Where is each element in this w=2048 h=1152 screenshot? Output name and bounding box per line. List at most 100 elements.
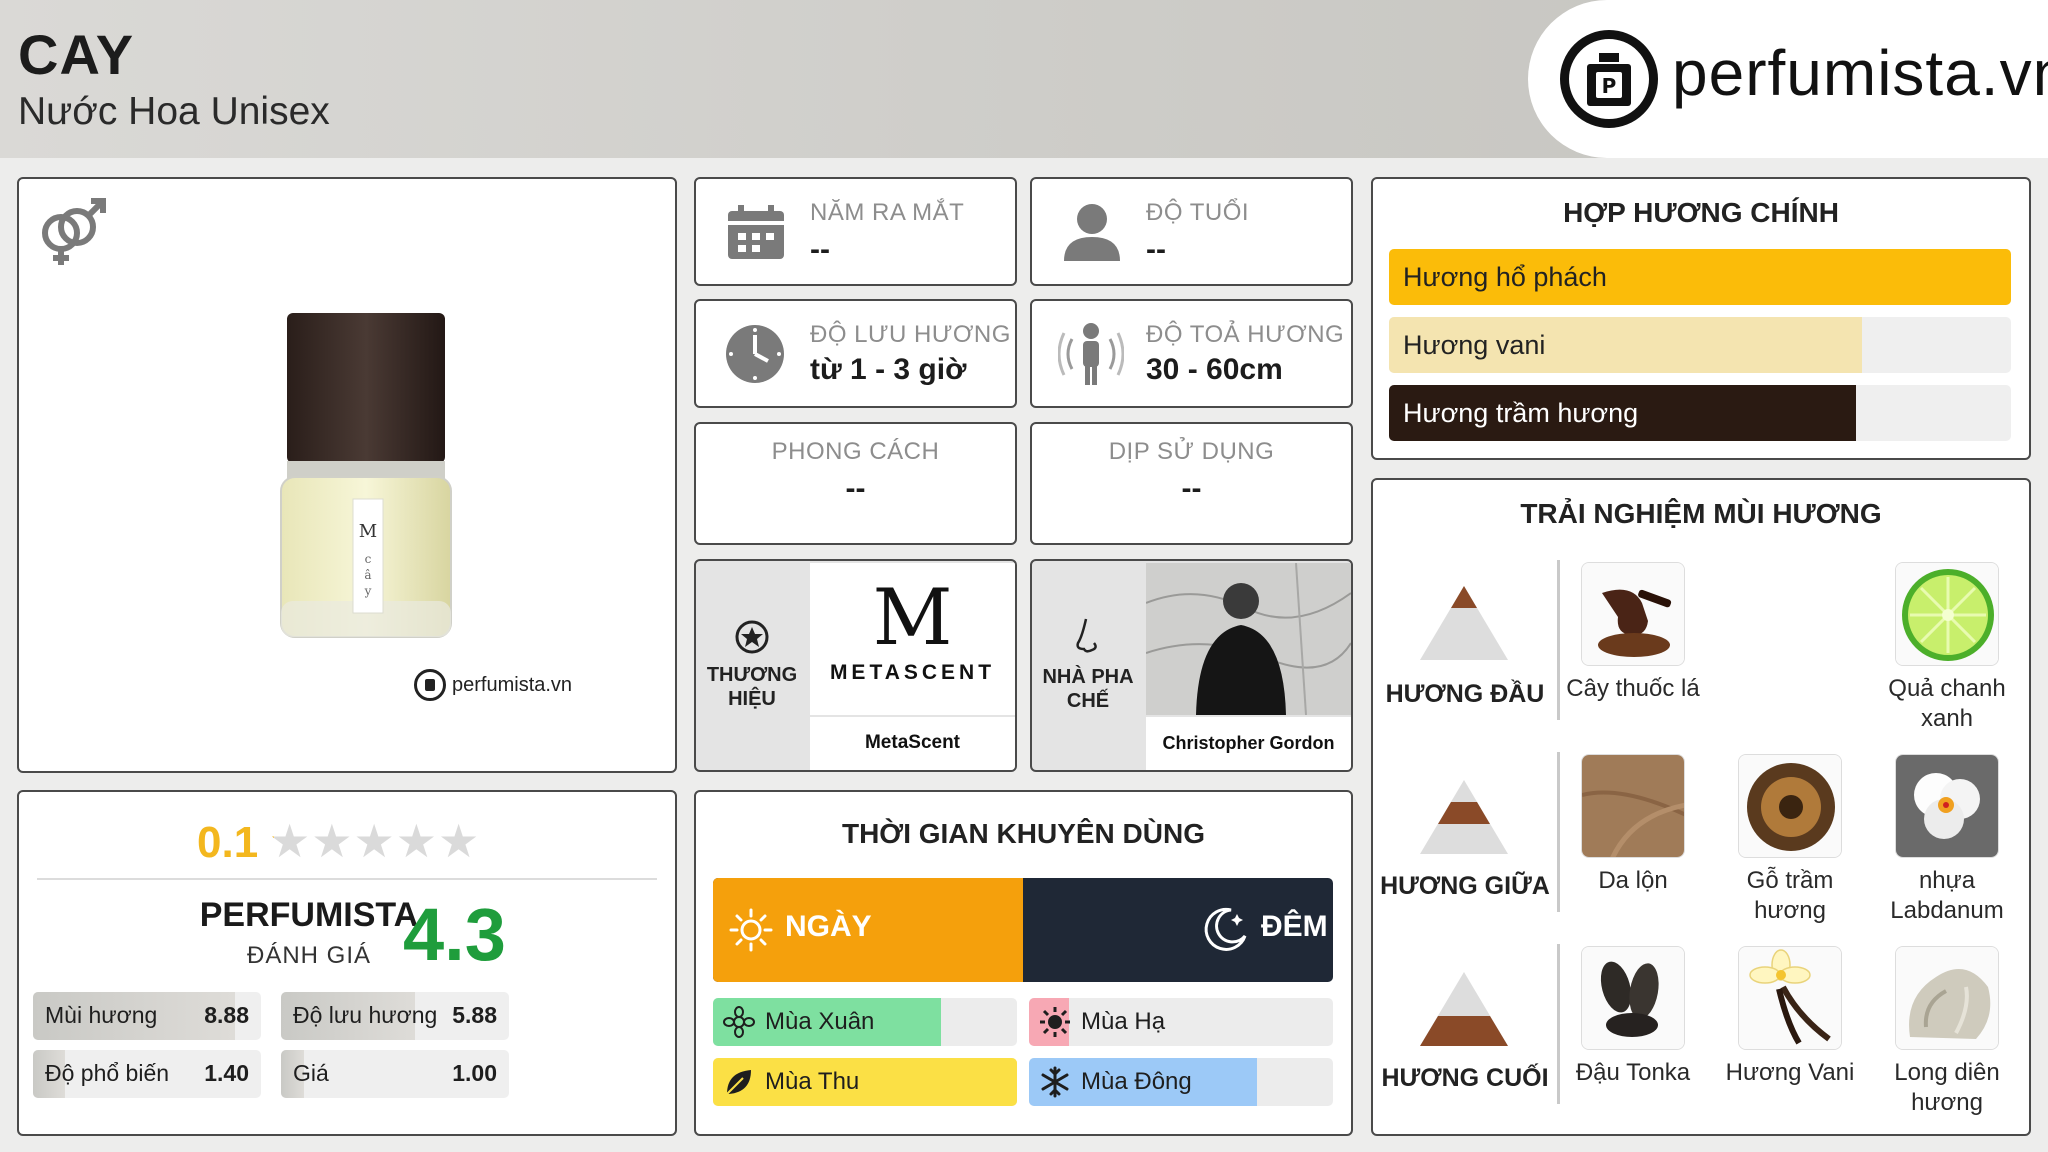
ambergris-image <box>1896 947 1998 1049</box>
season-bar: Mùa Xuân <box>713 998 1017 1046</box>
note-tile-agarwood[interactable] <box>1738 754 1842 858</box>
note-tile-labdanum[interactable] <box>1895 754 1999 858</box>
rating-metric-label: Độ phổ biến <box>45 1060 170 1086</box>
notes-divider-middle <box>1557 752 1560 912</box>
svg-text:M: M <box>359 521 377 542</box>
stars-filled: ★★★★★ <box>269 818 274 864</box>
perfume-type: Nước Hoa Unisex <box>18 90 330 133</box>
time-card: THỜI GIAN KHUYÊN DÙNG NGÀY ĐÊM Mùa Xuân M… <box>694 790 1353 1136</box>
perfume-name: CAY <box>18 23 135 86</box>
rating-metric-bar: Giá 1.00 <box>281 1050 509 1098</box>
perfumer-label: NHÀ PHA CHẾ <box>1042 666 1134 712</box>
rating-metric-bar: Độ lưu hương 5.88 <box>281 992 509 1040</box>
perfume-bottle-image: M c â y <box>280 313 452 638</box>
user-star-rating[interactable]: ★★★★★ ★★★★★ <box>269 818 499 864</box>
note-tile-lime[interactable] <box>1895 562 1999 666</box>
notes-divider-base <box>1557 944 1560 1104</box>
notes-divider-top <box>1557 560 1560 720</box>
note-label-vanilla: Hương Vani <box>1725 1059 1855 1086</box>
perfumer-name[interactable]: Christopher Gordon <box>1146 717 1351 770</box>
vanilla-image <box>1739 947 1841 1049</box>
season-bar: Mùa Đông <box>1029 1058 1333 1106</box>
note-label-agarwood-text: Gỗ trầm hương <box>1746 867 1834 924</box>
accord-label: Hương vani <box>1403 330 1546 360</box>
note-label-suede: Da lộn <box>1598 867 1668 894</box>
rating-metric-value: 1.00 <box>452 1060 497 1086</box>
svg-text:y: y <box>364 584 372 598</box>
clock-icon <box>726 325 784 383</box>
top-notes-label: HƯƠNG ĐẦU <box>1385 680 1545 708</box>
rating-metric-value: 8.88 <box>204 1002 249 1028</box>
occasion-value: -- <box>1181 472 1202 505</box>
base-notes-label: HƯƠNG CUỐI <box>1381 1064 1549 1092</box>
day-label: NGÀY <box>785 910 872 943</box>
rating-card: 0.1 ★★★★★ ★★★★★ PERFUMISTA ĐÁNH GIÁ 4.3 … <box>17 790 677 1136</box>
note-label-agarwood: Gỗ trầm hương <box>1720 866 1860 926</box>
pyramid-middle-icon <box>1420 780 1508 854</box>
note-label-tonka: Đậu Tonka <box>1575 1059 1691 1086</box>
logo-text[interactable]: perfumista.vn <box>1672 36 2048 110</box>
suede-image <box>1582 755 1684 857</box>
longevity-label: ĐỘ LƯU HƯƠNG <box>810 321 1011 348</box>
sillage-value: 30 - 60cm <box>1146 353 1283 386</box>
watermark-bottle-icon <box>414 669 446 701</box>
age-card: ĐỘ TUỔI -- <box>1030 177 1353 286</box>
style-card: PHONG CÁCH -- <box>694 422 1017 545</box>
svg-text:â: â <box>364 568 371 582</box>
accord-bar: Hương vani <box>1389 317 2011 373</box>
perfumer-photo <box>1146 563 1351 715</box>
moon-icon <box>1204 907 1247 951</box>
rating-metric-label: Độ lưu hương <box>293 1002 438 1028</box>
note-tile-vanilla[interactable] <box>1738 946 1842 1050</box>
season-label: Mùa Hạ <box>1081 1008 1166 1035</box>
style-value: -- <box>845 472 866 505</box>
note-tile-tonka[interactable] <box>1581 946 1685 1050</box>
season-label: Mùa Xuân <box>765 1008 875 1035</box>
note-label-labdanum-text: nhựa Labdanum <box>1890 867 2004 924</box>
season-fill <box>713 1058 1017 1106</box>
style-label: PHONG CÁCH <box>771 438 940 465</box>
nose-icon <box>1076 618 1097 653</box>
star-badge-icon <box>735 620 769 654</box>
note-tile-ambergris[interactable] <box>1895 946 1999 1050</box>
note-tile-suede[interactable] <box>1581 754 1685 858</box>
note-label-ambergris-text: Long diên hương <box>1894 1059 2000 1116</box>
notes-title: TRẢI NGHIỆM MÙI HƯƠNG <box>1520 498 1882 529</box>
summer-sun-icon <box>1039 1006 1071 1038</box>
perfumer-card[interactable]: NHÀ PHA CHẾ Christopher Gordon <box>1030 559 1353 772</box>
middle-notes-label: HƯƠNG GIỮA <box>1380 872 1550 900</box>
brand-card[interactable]: THƯƠNG HIỆU M METASCENT MetaScent <box>694 559 1017 772</box>
time-title: THỜI GIAN KHUYÊN DÙNG <box>841 818 1205 849</box>
brand-rating-score: 4.3 <box>403 893 506 976</box>
occasion-card: DỊP SỬ DỤNG -- <box>1030 422 1353 545</box>
spring-flower-icon <box>723 1006 755 1038</box>
season-bar: Mùa Hạ <box>1029 998 1333 1046</box>
brand-label: THƯƠNG HIỆU <box>706 664 798 710</box>
calendar-icon <box>728 205 784 259</box>
accord-bar: Hương trầm hương <box>1389 385 2011 441</box>
pyramid-top-icon <box>1420 586 1508 660</box>
sun-icon <box>729 908 773 952</box>
user-score: 0.1 <box>197 818 259 867</box>
rating-metric-bar: Mùi hương 8.88 <box>33 992 261 1040</box>
note-label-labdanum: nhựa Labdanum <box>1873 866 2021 926</box>
age-label: ĐỘ TUỔI <box>1146 199 1250 226</box>
sillage-card: ĐỘ TOẢ HƯƠNG 30 - 60cm <box>1030 299 1353 408</box>
tobacco-pipe-image <box>1582 563 1684 665</box>
brand-name[interactable]: MetaScent <box>810 717 1015 770</box>
note-label-lime-text: Quả chanh xanh <box>1888 675 2006 732</box>
lime-image <box>1896 563 1998 665</box>
note-tile-tobacco[interactable] <box>1581 562 1685 666</box>
image-watermark: perfumista.vn <box>414 669 572 701</box>
day-night-bar: NGÀY ĐÊM <box>713 878 1333 982</box>
accord-label: Hương hổ phách <box>1403 262 1607 292</box>
tonka-bean-image <box>1582 947 1684 1049</box>
sillage-label: ĐỘ TOẢ HƯƠNG <box>1146 321 1345 348</box>
season-bar: Mùa Thu <box>713 1058 1017 1106</box>
stars-empty: ★★★★★ <box>269 815 481 867</box>
release-year-label: NĂM RA MẮT <box>810 199 965 226</box>
rating-metric-value: 5.88 <box>452 1002 497 1028</box>
rating-metric-label: Mùi hương <box>45 1002 158 1028</box>
accord-bar: Hương hổ phách <box>1389 249 2011 305</box>
night-label: ĐÊM <box>1261 910 1328 943</box>
